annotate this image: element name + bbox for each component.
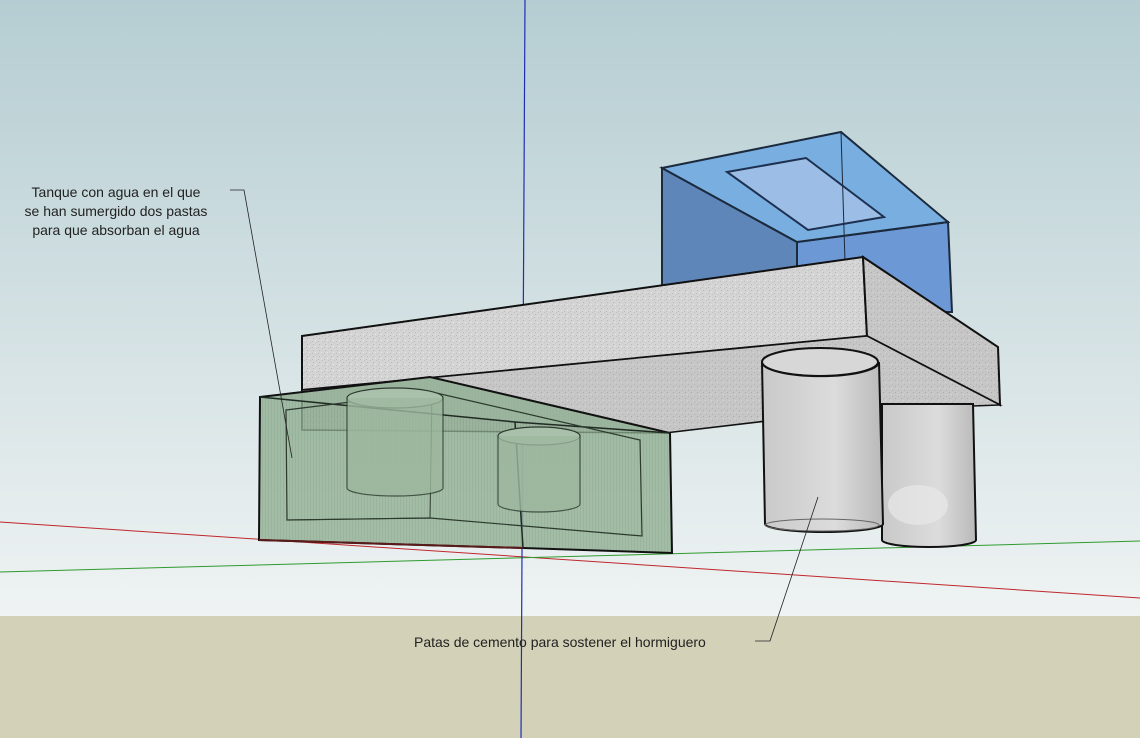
tank-annotation: Tanque con agua en el que se han sumergi…	[8, 183, 224, 240]
sketchup-viewport[interactable]: Tanque con agua en el que se han sumergi…	[0, 0, 1140, 738]
concrete-leg-back	[881, 403, 978, 548]
submerged-paste-2	[497, 426, 581, 513]
tank-annotation-line-3: para que absorban el agua	[32, 222, 200, 238]
legs-annotation: Patas de cemento para sostener el hormig…	[414, 634, 706, 650]
submerged-paste-1	[346, 387, 444, 497]
concrete-leg-front	[761, 347, 885, 533]
tank-annotation-line-2: se han sumergido dos pastas	[24, 203, 208, 219]
model-scene	[0, 0, 1140, 738]
tank-annotation-line-1: Tanque con agua en el que	[31, 184, 201, 200]
